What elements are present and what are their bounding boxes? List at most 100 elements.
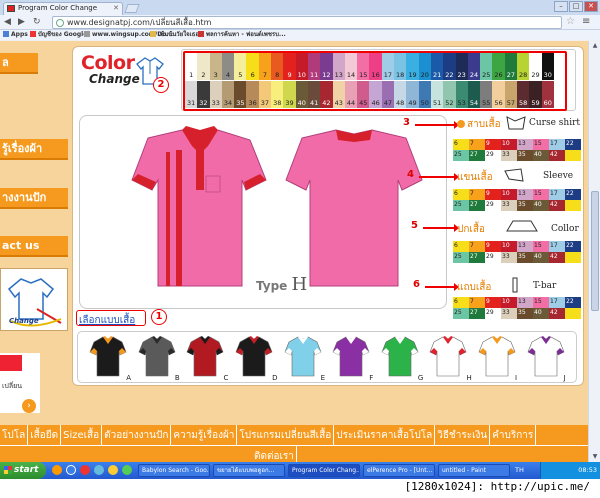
mini-color-swatch[interactable]: 13 bbox=[517, 241, 533, 252]
menu-item[interactable]: ความรู้เรื่องผ้า bbox=[171, 425, 238, 445]
color-swatch[interactable]: 57 bbox=[504, 81, 518, 108]
color-swatch[interactable]: 52 bbox=[443, 81, 456, 108]
mini-color-swatch[interactable]: 35 bbox=[517, 150, 533, 161]
mini-color-swatch[interactable]: 9 bbox=[485, 241, 501, 252]
sidebar-item-polo[interactable]: ล bbox=[0, 53, 38, 74]
part-label-sleeve[interactable]: แขนเสื้อ bbox=[457, 170, 493, 185]
menu-item[interactable]: โปรแกรมเปลี่ยนสีเสื้อ bbox=[237, 425, 335, 445]
media-icon[interactable] bbox=[94, 465, 104, 475]
mini-color-swatch[interactable]: 22 bbox=[565, 297, 581, 308]
shirt-type-option[interactable]: I bbox=[477, 334, 517, 382]
color-change-banner[interactable]: Change bbox=[0, 268, 68, 331]
color-swatch[interactable]: 20 bbox=[418, 53, 431, 80]
maximize-icon[interactable]: □ bbox=[569, 1, 583, 12]
task-program-color-change[interactable]: Program Color Chang... bbox=[288, 464, 360, 477]
color-swatch[interactable]: 58 bbox=[517, 81, 530, 108]
mini-color-swatch[interactable]: 7 bbox=[469, 297, 485, 308]
new-tab-button[interactable] bbox=[124, 4, 140, 13]
color-swatch[interactable]: 41 bbox=[307, 81, 321, 108]
color-swatch[interactable]: 51 bbox=[430, 81, 444, 108]
mini-color-swatch[interactable]: 42 bbox=[549, 200, 565, 211]
mini-color-swatch[interactable]: 27 bbox=[469, 150, 485, 161]
color-swatch[interactable]: 15 bbox=[357, 53, 370, 80]
mini-color-swatch[interactable]: 10 bbox=[501, 189, 517, 200]
mini-color-swatch[interactable]: 29 bbox=[485, 252, 501, 263]
language-indicator[interactable]: TH bbox=[515, 462, 524, 479]
mini-color-swatch[interactable]: 13 bbox=[517, 297, 533, 308]
ie-icon[interactable] bbox=[66, 465, 76, 475]
color-swatch[interactable]: 2 bbox=[197, 53, 210, 80]
color-swatch[interactable]: 10 bbox=[295, 53, 308, 80]
shirt-type-option[interactable]: J bbox=[526, 334, 566, 382]
scroll-down-icon[interactable]: ▼ bbox=[591, 453, 599, 461]
forward-icon[interactable]: ▶ bbox=[18, 17, 25, 28]
start-button[interactable]: start bbox=[0, 462, 46, 479]
color-swatch[interactable]: 25 bbox=[480, 53, 493, 80]
mini-color-swatch[interactable]: 13 bbox=[517, 189, 533, 200]
task-upload[interactable]: ขยายได้แบบพอดูอก... bbox=[213, 464, 285, 477]
mini-color-swatch[interactable] bbox=[565, 200, 581, 211]
color-swatch[interactable]: 6 bbox=[246, 53, 259, 80]
mini-color-swatch[interactable]: 40 bbox=[533, 252, 549, 263]
mini-color-swatch[interactable]: 40 bbox=[533, 150, 549, 161]
color-swatch[interactable]: 22 bbox=[443, 53, 456, 80]
mini-color-swatch[interactable]: 15 bbox=[533, 241, 549, 252]
mini-color-swatch[interactable]: 7 bbox=[469, 139, 485, 150]
mini-color-swatch[interactable]: 13 bbox=[517, 139, 533, 150]
color-swatch[interactable]: 46 bbox=[369, 81, 382, 108]
messenger-icon[interactable] bbox=[122, 465, 132, 475]
mini-color-swatch[interactable]: 27 bbox=[469, 308, 485, 319]
scroll-up-icon[interactable]: ▲ bbox=[591, 42, 599, 50]
color-swatch[interactable]: 14 bbox=[344, 53, 358, 80]
color-swatch[interactable]: 17 bbox=[381, 53, 395, 80]
wrench-icon[interactable]: ≡ bbox=[582, 16, 590, 27]
color-swatch[interactable]: 45 bbox=[357, 81, 370, 108]
mini-color-swatch[interactable]: 42 bbox=[549, 308, 565, 319]
bookmark-folder[interactable]: เข้มข้นวัยใจเธอ bbox=[150, 30, 199, 40]
mini-color-swatch[interactable]: 10 bbox=[501, 297, 517, 308]
color-swatch[interactable]: 1 bbox=[185, 53, 198, 80]
mini-color-swatch[interactable]: 40 bbox=[533, 200, 549, 211]
menu-item[interactable]: ตัวอย่างงานปัก bbox=[102, 425, 172, 445]
color-swatch[interactable]: 43 bbox=[332, 81, 345, 108]
next-arrow-icon[interactable]: › bbox=[22, 399, 36, 413]
color-swatch[interactable]: 9 bbox=[283, 53, 296, 80]
sidebar-item-fabric[interactable]: รู้เรื่องผ้า bbox=[0, 139, 68, 160]
color-swatch[interactable]: 12 bbox=[320, 53, 333, 80]
mini-color-swatch[interactable]: 17 bbox=[549, 139, 565, 150]
mini-color-swatch[interactable]: 35 bbox=[517, 252, 533, 263]
mini-color-swatch[interactable]: 42 bbox=[549, 252, 565, 263]
mini-color-swatch[interactable]: 17 bbox=[549, 189, 565, 200]
color-swatch[interactable]: 27 bbox=[504, 53, 518, 80]
color-swatch[interactable]: 18 bbox=[394, 53, 407, 80]
bookmark-font-search[interactable]: พลการค้นหา - ฟอนต์เพชรบ... bbox=[198, 30, 286, 40]
mini-color-swatch[interactable]: 9 bbox=[485, 297, 501, 308]
mini-color-swatch[interactable]: 15 bbox=[533, 189, 549, 200]
bookmark-apps[interactable]: Apps bbox=[3, 30, 28, 40]
mini-color-swatch[interactable]: 9 bbox=[485, 139, 501, 150]
color-swatch[interactable]: 8 bbox=[271, 53, 284, 80]
mini-color-swatch[interactable]: 25 bbox=[453, 150, 469, 161]
color-swatch[interactable]: 53 bbox=[455, 81, 468, 108]
color-swatch[interactable]: 31 bbox=[185, 81, 198, 108]
color-swatch[interactable]: 29 bbox=[529, 53, 542, 80]
color-swatch[interactable]: 39 bbox=[283, 81, 296, 108]
mini-color-swatch[interactable]: 9 bbox=[485, 189, 501, 200]
color-swatch[interactable]: 32 bbox=[197, 81, 210, 108]
mini-color-swatch[interactable]: 22 bbox=[565, 139, 581, 150]
mini-color-swatch[interactable]: 33 bbox=[501, 200, 517, 211]
side-ad-banner[interactable]: เปลี่ยน › bbox=[0, 353, 40, 413]
mini-color-swatch[interactable]: 35 bbox=[517, 200, 533, 211]
color-swatch[interactable]: 13 bbox=[332, 53, 345, 80]
part-label-placket[interactable]: สาบเสื้อ bbox=[467, 117, 501, 132]
mini-color-swatch[interactable]: 6 bbox=[453, 241, 469, 252]
mini-color-swatch[interactable]: 40 bbox=[533, 308, 549, 319]
task-babylon[interactable]: Babylon Search - Goo... bbox=[138, 464, 210, 477]
shirt-type-option[interactable]: D bbox=[234, 334, 277, 382]
mini-color-swatch[interactable]: 22 bbox=[565, 241, 581, 252]
mini-color-swatch[interactable]: 6 bbox=[453, 189, 469, 200]
mini-color-swatch[interactable]: 25 bbox=[453, 308, 469, 319]
color-swatch[interactable]: 28 bbox=[517, 53, 530, 80]
mini-color-swatch[interactable]: 17 bbox=[549, 297, 565, 308]
color-swatch[interactable]: 16 bbox=[369, 53, 382, 80]
